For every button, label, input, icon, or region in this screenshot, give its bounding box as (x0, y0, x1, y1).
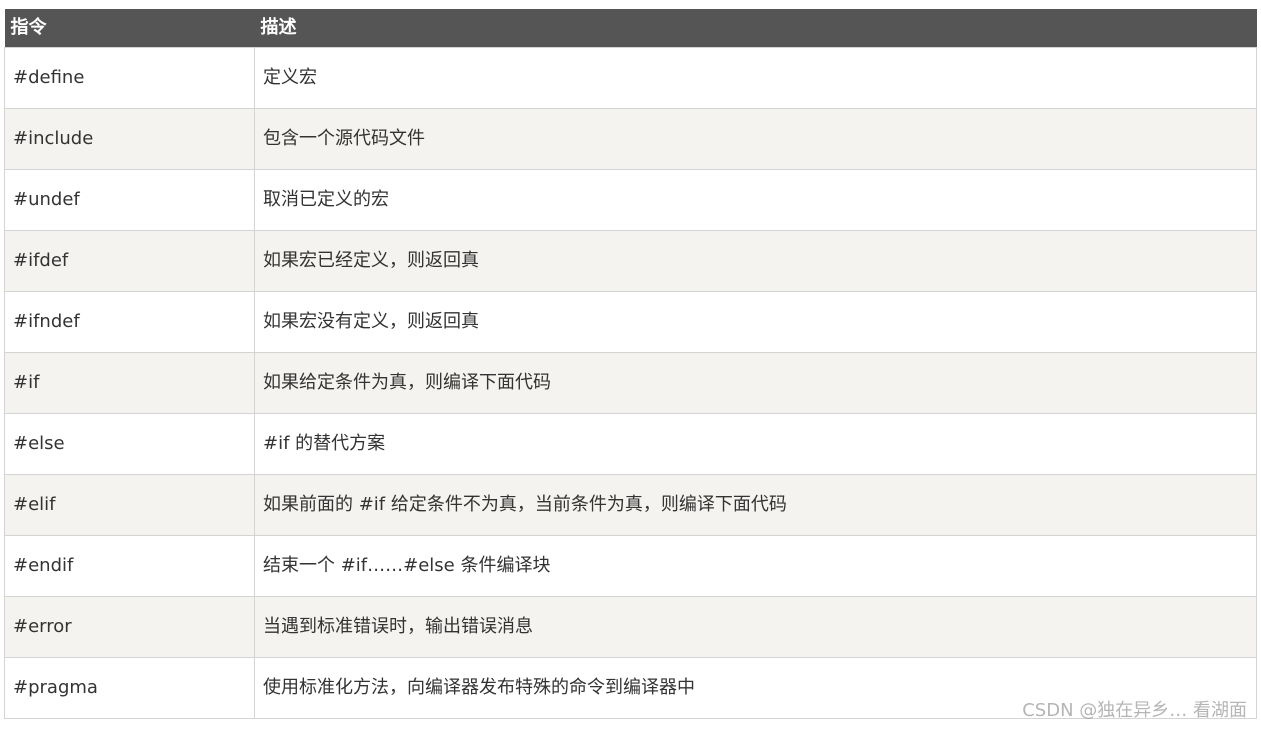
directive-cell: #define (4, 47, 255, 109)
description-cell: 如果宏已经定义，则返回真 (254, 230, 1257, 292)
header-row: 指令 描述 (4, 9, 1257, 48)
table-row: #else #if 的替代方案 (4, 413, 1257, 475)
directive-cell: #else (4, 413, 255, 475)
description-cell: 如果前面的 #if 给定条件不为真，当前条件为真，则编译下面代码 (254, 474, 1257, 536)
directive-cell: #error (4, 596, 255, 658)
table-row: #elif 如果前面的 #if 给定条件不为真，当前条件为真，则编译下面代码 (4, 474, 1257, 536)
table-row: #include 包含一个源代码文件 (4, 108, 1257, 170)
description-cell: 定义宏 (254, 47, 1257, 109)
preprocessor-directives-table: 指令 描述 #define 定义宏 #include 包含一个源代码文件 #un… (4, 9, 1257, 719)
description-cell: 包含一个源代码文件 (254, 108, 1257, 170)
table-row: #define 定义宏 (4, 47, 1257, 109)
directive-cell: #endif (4, 535, 255, 597)
description-cell: 如果给定条件为真，则编译下面代码 (254, 352, 1257, 414)
preprocessor-directives-table-container: 指令 描述 #define 定义宏 #include 包含一个源代码文件 #un… (4, 9, 1257, 719)
directive-cell: #undef (4, 169, 255, 231)
directive-cell: #elif (4, 474, 255, 536)
description-cell: 当遇到标准错误时，输出错误消息 (254, 596, 1257, 658)
table-row: #endif 结束一个 #if……#else 条件编译块 (4, 535, 1257, 597)
description-cell: 取消已定义的宏 (254, 169, 1257, 231)
directive-cell: #include (4, 108, 255, 170)
table-row: #pragma 使用标准化方法，向编译器发布特殊的命令到编译器中 (4, 657, 1257, 719)
header-directive: 指令 (4, 9, 255, 48)
directive-cell: #if (4, 352, 255, 414)
directive-cell: #ifdef (4, 230, 255, 292)
description-cell: #if 的替代方案 (254, 413, 1257, 475)
table-row: #error 当遇到标准错误时，输出错误消息 (4, 596, 1257, 658)
table-body: #define 定义宏 #include 包含一个源代码文件 #undef 取消… (4, 47, 1257, 719)
directive-cell: #pragma (4, 657, 255, 719)
directive-cell: #ifndef (4, 291, 255, 353)
table-header: 指令 描述 (4, 9, 1257, 48)
table-row: #ifndef 如果宏没有定义，则返回真 (4, 291, 1257, 353)
table-row: #undef 取消已定义的宏 (4, 169, 1257, 231)
description-cell: 如果宏没有定义，则返回真 (254, 291, 1257, 353)
header-description: 描述 (254, 9, 1257, 48)
table-row: #if 如果给定条件为真，则编译下面代码 (4, 352, 1257, 414)
description-cell: 使用标准化方法，向编译器发布特殊的命令到编译器中 (254, 657, 1257, 719)
description-cell: 结束一个 #if……#else 条件编译块 (254, 535, 1257, 597)
table-row: #ifdef 如果宏已经定义，则返回真 (4, 230, 1257, 292)
